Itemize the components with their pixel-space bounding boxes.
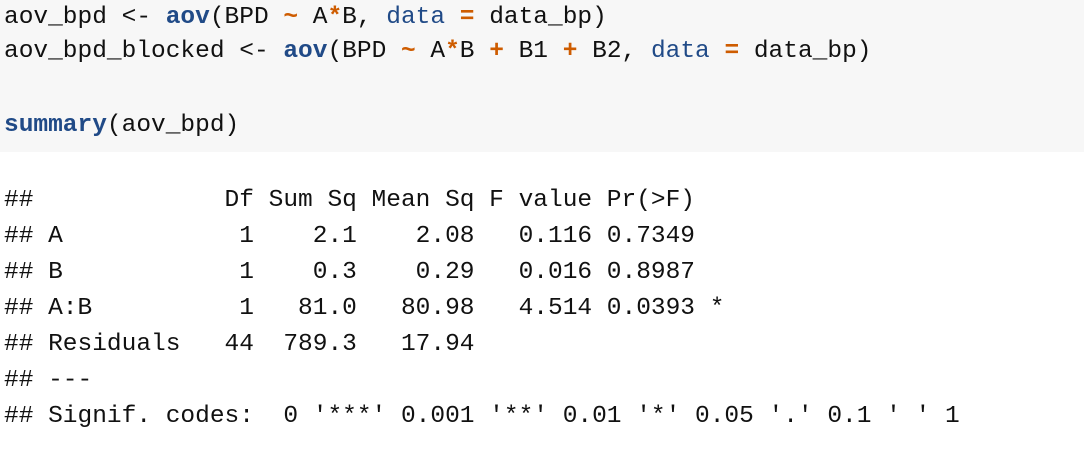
function-name: aov [283,38,328,65]
operator-star: * [327,4,343,31]
code-text: (BPD [209,4,284,31]
operator-tilde: ~ [400,38,416,65]
anova-header-row: ## Df Sum Sq Mean Sq F value Pr(>F) [4,187,725,214]
code-text: (BPD [327,38,401,65]
function-name: summary [4,112,107,139]
code-text: data_bp) [739,38,872,65]
signif-codes-line: ## Signif. codes: 0 '***' 0.001 '**' 0.0… [4,403,960,430]
code-text: B1 [503,38,563,65]
operator-plus: + [489,38,504,65]
argument-name: data [650,38,710,65]
operator-plus: + [562,38,578,65]
anova-separator: ## --- [4,367,93,394]
code-text: A [298,4,328,31]
code-text: B, [342,4,387,31]
anova-row-b: ## B 1 0.3 0.29 0.016 0.8987 [4,259,725,286]
code-text: A [415,38,446,65]
code-text: B [459,38,490,65]
code-text: B2, [577,38,651,65]
code-text: aov_bpd_blocked <- [4,38,284,65]
function-name: aov [165,4,210,31]
code-text: aov_bpd <- [4,4,166,31]
code-line-aov-bpd: aov_bpd <- aov(BPD ~ A*B, data = data_bp… [4,0,607,36]
code-line-summary: summary(aov_bpd) [4,108,239,144]
operator-equals: = [724,38,740,65]
operator-tilde: ~ [283,4,299,31]
operator-star: * [445,38,460,65]
code-text: (aov_bpd) [106,112,240,139]
anova-row-interaction: ## A:B 1 81.0 80.98 4.514 0.0393 * [4,295,725,322]
anova-row-residuals: ## Residuals 44 789.3 17.94 [4,331,725,358]
code-line-aov-bpd-blocked: aov_bpd_blocked <- aov(BPD ~ A*B + B1 + … [4,34,871,70]
code-block: aov_bpd <- aov(BPD ~ A*B, data = data_bp… [0,0,1084,152]
argument-name: data [386,4,446,31]
code-text: data_bp) [474,4,607,31]
anova-row-a: ## A 1 2.1 2.08 0.116 0.7349 [4,223,725,250]
operator-equals: = [459,4,475,31]
